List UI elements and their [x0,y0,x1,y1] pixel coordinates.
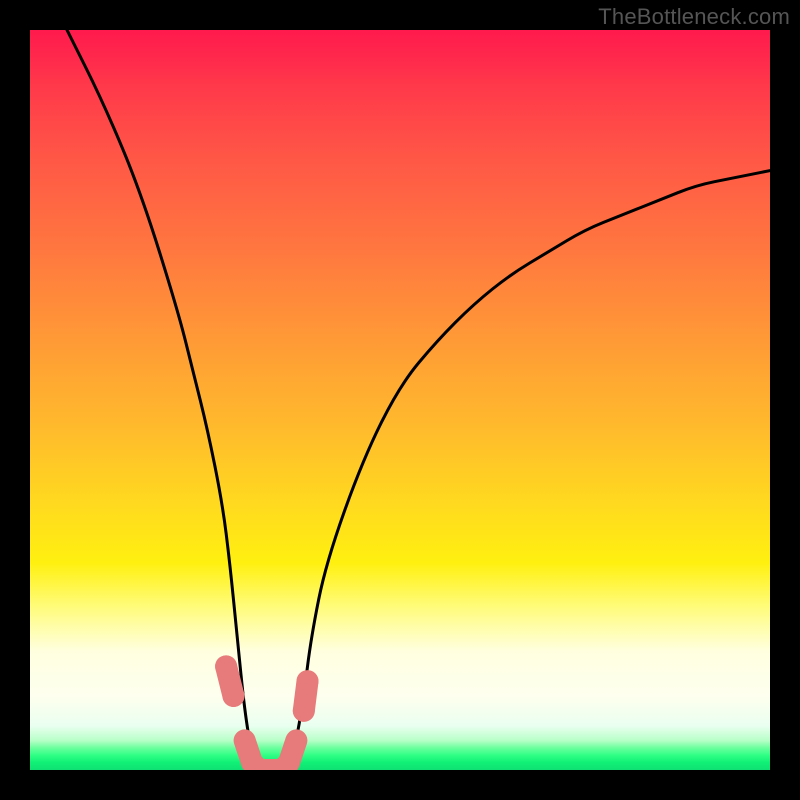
pink-marker-dot [215,655,237,677]
pink-marker-segment [245,740,297,770]
curve-overlay [30,30,770,770]
plot-area [30,30,770,770]
pink-marker-dot [223,685,245,707]
pink-marker-dot [293,700,315,722]
chart-container: TheBottleneck.com [0,0,800,800]
watermark-text: TheBottleneck.com [598,4,790,30]
pink-marker-dot [297,670,319,692]
valley-curve-path [67,30,770,770]
